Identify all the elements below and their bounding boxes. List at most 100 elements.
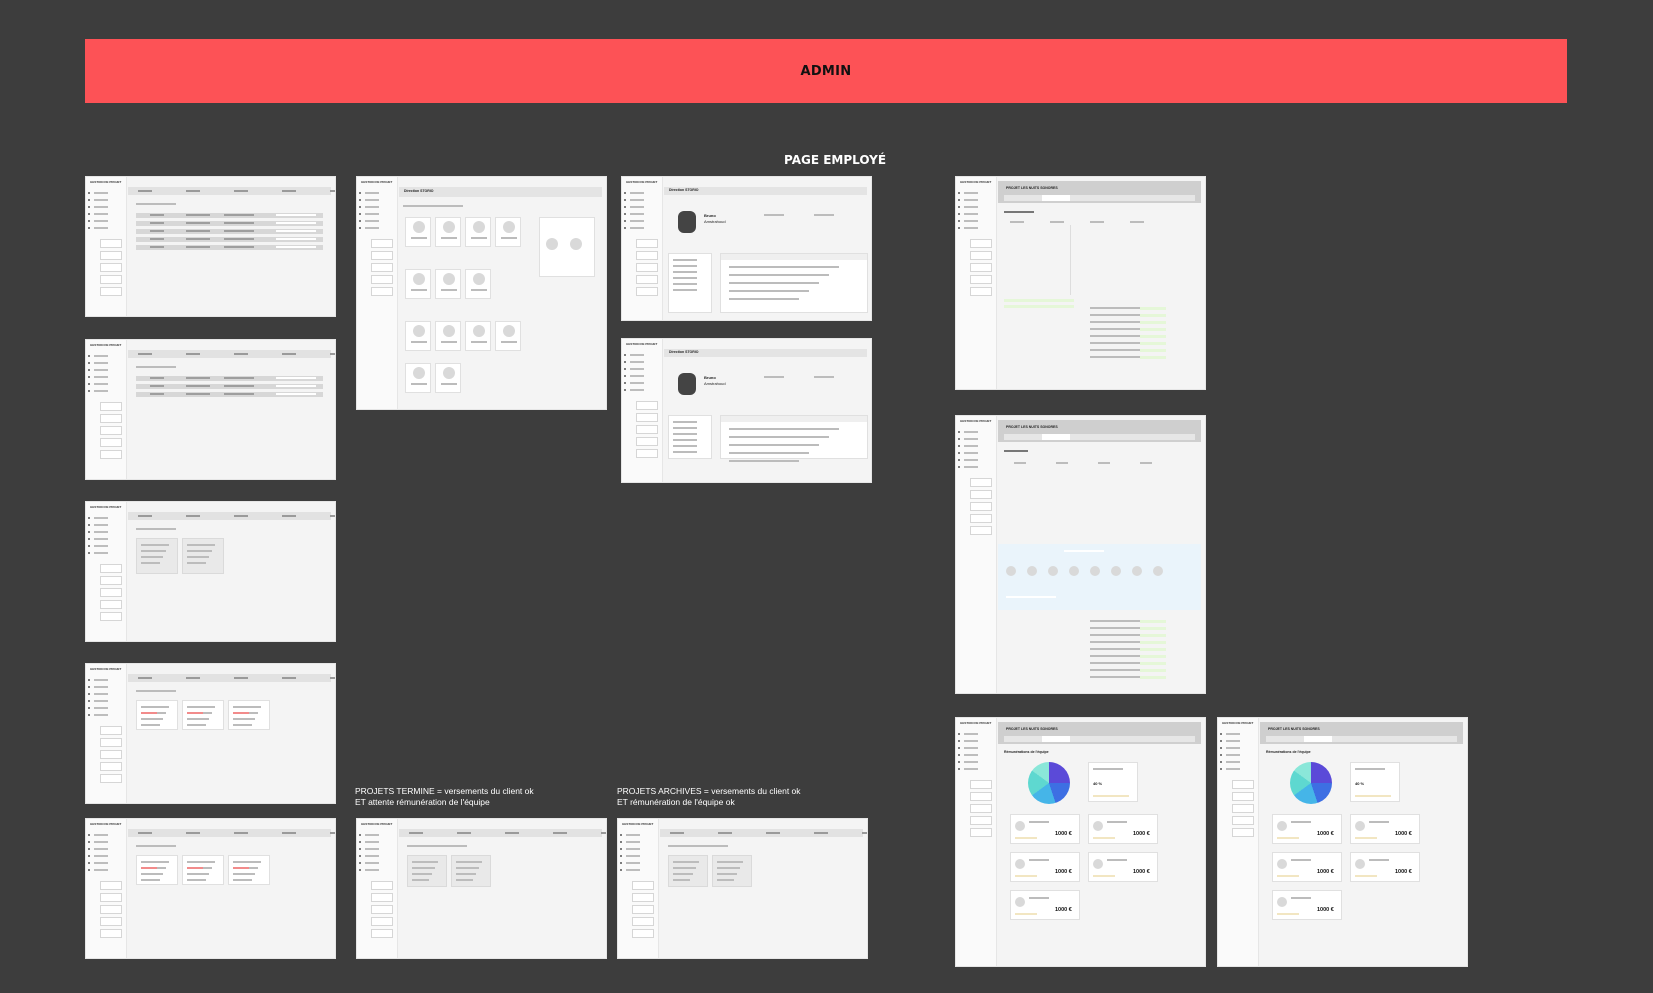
tab-item[interactable] [234, 190, 248, 192]
sidebar-nav-item[interactable] [94, 707, 108, 709]
project-card[interactable] [182, 538, 224, 574]
table-row[interactable] [136, 237, 323, 242]
sidebar-nav-item[interactable] [365, 199, 379, 201]
sidebar-project-item[interactable] [100, 726, 122, 735]
team-avatar[interactable] [1069, 566, 1079, 576]
tab-item[interactable] [670, 832, 684, 834]
sidebar-nav-item[interactable] [94, 834, 108, 836]
sidebar-project-item[interactable] [636, 437, 658, 446]
sidebar-project-item[interactable] [100, 917, 122, 926]
table-row[interactable] [136, 245, 323, 250]
sidebar-project-item[interactable] [100, 287, 122, 296]
project-card[interactable] [136, 538, 178, 574]
tab-item[interactable] [330, 832, 335, 834]
sidebar-nav-item[interactable] [94, 213, 108, 215]
sidebar-nav-item[interactable] [365, 227, 379, 229]
project-card[interactable] [228, 700, 270, 730]
active-tab[interactable] [1042, 434, 1070, 440]
employee-card[interactable] [405, 217, 431, 247]
employee-card[interactable] [495, 217, 521, 247]
sidebar-nav-item[interactable] [94, 714, 108, 716]
sidebar-project-item[interactable] [1232, 780, 1254, 789]
sidebar-project-item[interactable] [636, 401, 658, 410]
sidebar-project-item[interactable] [632, 893, 654, 902]
sidebar-project-item[interactable] [100, 414, 122, 423]
tab-item[interactable] [862, 832, 867, 834]
tab-item[interactable] [766, 832, 780, 834]
tab-item[interactable] [186, 353, 200, 355]
sidebar-nav-item[interactable] [94, 545, 108, 547]
sidebar-project-item[interactable] [970, 490, 992, 499]
sidebar-nav-item[interactable] [964, 754, 978, 756]
sidebar-project-item[interactable] [100, 576, 122, 585]
active-tab[interactable] [1042, 195, 1070, 201]
sidebar-project-item[interactable] [970, 514, 992, 523]
sidebar-nav-item[interactable] [630, 206, 644, 208]
sidebar-project-item[interactable] [100, 774, 122, 783]
member-payment-card[interactable]: 1000 € [1350, 852, 1420, 882]
sidebar-project-item[interactable] [970, 816, 992, 825]
tab-item[interactable] [718, 832, 732, 834]
sidebar-nav-item[interactable] [365, 869, 379, 871]
sidebar-nav-item[interactable] [964, 740, 978, 742]
project-tabs[interactable] [1004, 736, 1195, 742]
tab-item[interactable] [186, 677, 200, 679]
sidebar-nav-item[interactable] [94, 679, 108, 681]
sidebar-project-item[interactable] [371, 929, 393, 938]
employee-card[interactable] [435, 269, 461, 299]
tab-item[interactable] [282, 677, 296, 679]
member-payment-card[interactable]: 1000 € [1010, 814, 1080, 844]
sidebar-project-item[interactable] [636, 263, 658, 272]
team-avatar[interactable] [1027, 566, 1037, 576]
employee-card[interactable] [405, 363, 431, 393]
member-payment-card[interactable]: 1000 € [1350, 814, 1420, 844]
employee-card[interactable] [435, 321, 461, 351]
team-avatar[interactable] [1006, 566, 1016, 576]
sidebar-project-item[interactable] [632, 881, 654, 890]
sidebar-project-item[interactable] [100, 450, 122, 459]
sidebar-nav-item[interactable] [94, 862, 108, 864]
sidebar-nav-item[interactable] [1226, 754, 1240, 756]
project-tabs[interactable] [1004, 195, 1195, 201]
sidebar-nav-item[interactable] [94, 693, 108, 695]
sidebar-project-item[interactable] [632, 917, 654, 926]
member-payment-card[interactable]: 1000 € [1010, 852, 1080, 882]
tab-item[interactable] [282, 515, 296, 517]
sidebar-project-item[interactable] [100, 426, 122, 435]
sidebar-project-item[interactable] [970, 502, 992, 511]
tab-item[interactable] [234, 353, 248, 355]
sidebar-project-item[interactable] [100, 929, 122, 938]
sidebar-nav-item[interactable] [630, 361, 644, 363]
team-avatar[interactable] [1132, 566, 1142, 576]
sidebar-project-item[interactable] [970, 275, 992, 284]
employee-card[interactable] [495, 321, 521, 351]
sidebar-nav-item[interactable] [630, 382, 644, 384]
sidebar-project-item[interactable] [970, 526, 992, 535]
sidebar-nav-item[interactable] [94, 383, 108, 385]
sidebar-nav-item[interactable] [94, 220, 108, 222]
table-row[interactable] [136, 376, 323, 381]
sidebar-project-item[interactable] [1232, 828, 1254, 837]
sidebar-nav-item[interactable] [964, 213, 978, 215]
sidebar-project-item[interactable] [970, 478, 992, 487]
sidebar-nav-item[interactable] [964, 438, 978, 440]
sidebar-project-item[interactable] [100, 275, 122, 284]
sidebar-project-item[interactable] [371, 905, 393, 914]
sidebar-nav-item[interactable] [964, 206, 978, 208]
sidebar-project-item[interactable] [970, 251, 992, 260]
sidebar-nav-item[interactable] [964, 220, 978, 222]
sidebar-nav-item[interactable] [365, 220, 379, 222]
sidebar-nav-item[interactable] [630, 192, 644, 194]
tab-item[interactable] [409, 832, 423, 834]
sidebar-nav-item[interactable] [964, 445, 978, 447]
sidebar-nav-item[interactable] [626, 848, 640, 850]
sidebar-project-item[interactable] [100, 564, 122, 573]
sidebar-project-item[interactable] [100, 239, 122, 248]
project-card[interactable] [712, 855, 752, 887]
tab-item[interactable] [814, 832, 828, 834]
sidebar-nav-item[interactable] [964, 466, 978, 468]
sidebar-nav-item[interactable] [94, 376, 108, 378]
sidebar-project-item[interactable] [100, 263, 122, 272]
toggle[interactable] [1064, 550, 1104, 552]
sidebar-nav-item[interactable] [964, 733, 978, 735]
